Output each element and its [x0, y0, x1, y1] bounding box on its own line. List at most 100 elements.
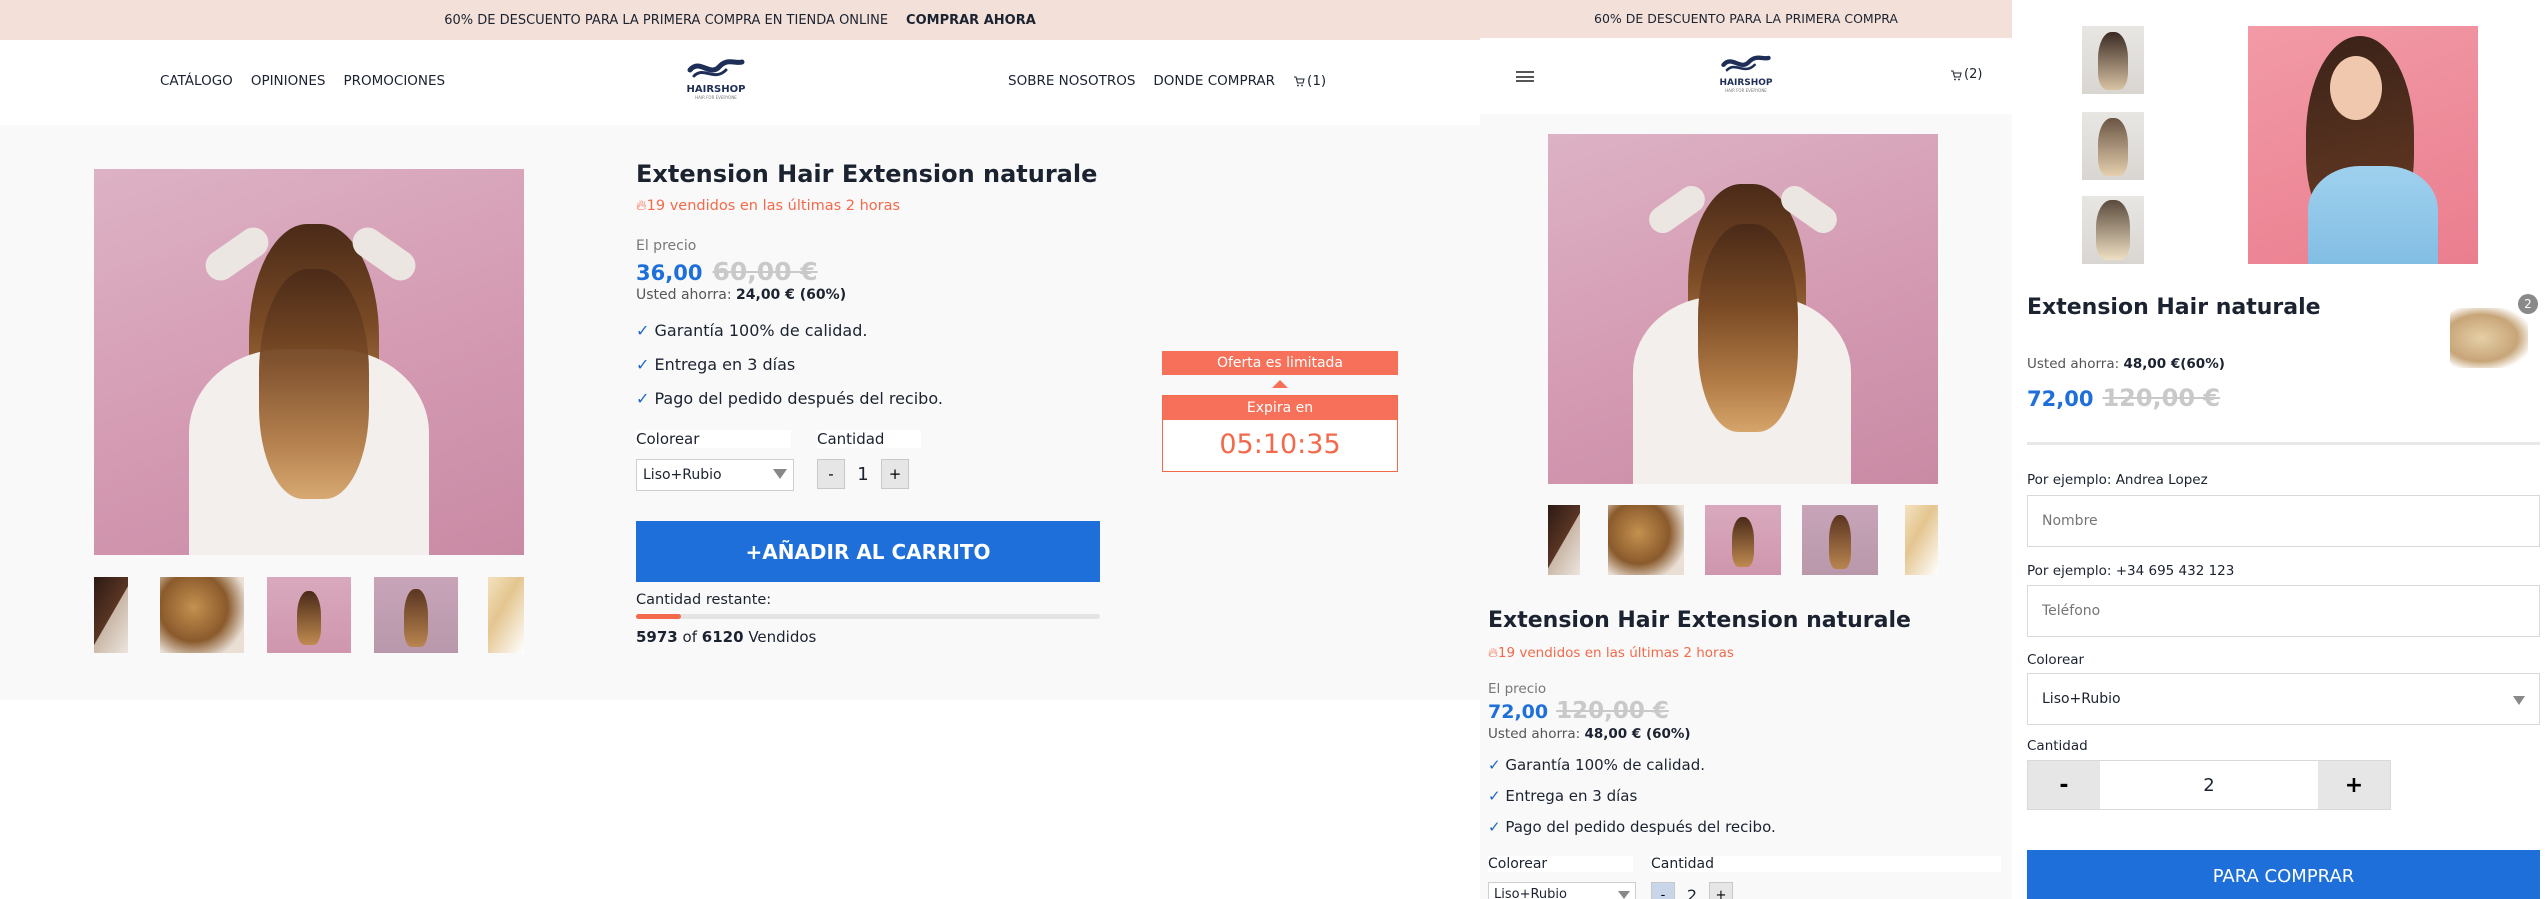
- price-label: El precio: [636, 238, 697, 254]
- cart-icon: [1951, 70, 1962, 80]
- phone-hint: Por ejemplo: +34 695 432 123: [2027, 563, 2235, 579]
- mobile-logo-tagline: HAIR FOR EVERYONE: [1725, 88, 1767, 93]
- cart-item-thumbnail[interactable]: [2450, 308, 2528, 368]
- mobile-feature-2: ✓ Entrega en 3 días: [1488, 787, 1638, 805]
- qty-stepper: - 1 +: [817, 459, 909, 489]
- mobile-thumbnail-3[interactable]: [1705, 505, 1781, 575]
- checkout-thumbnail-3[interactable]: [2082, 196, 2144, 264]
- mobile-product-image[interactable]: [1548, 134, 1938, 484]
- mobile-logo-name: HAIRSHOP: [1719, 78, 1773, 88]
- desktop-view: 60% DE DESCUENTO PARA LA PRIMERA COMPRA …: [0, 0, 1480, 700]
- chevron-down-icon: [2513, 696, 2525, 705]
- mobile-old-price: 120,00 €: [1556, 698, 1669, 724]
- mobile-thumbnail-4[interactable]: [1802, 505, 1878, 575]
- color-select-value: Liso+Rubio: [643, 467, 722, 483]
- remaining-bar-fill: [636, 614, 682, 619]
- nav-promotions[interactable]: PROMOCIONES: [343, 73, 445, 89]
- thumbnail-5[interactable]: [488, 577, 524, 653]
- phone-input[interactable]: [2027, 585, 2540, 637]
- mobile-qty-value[interactable]: 2: [1675, 886, 1709, 899]
- nav-about[interactable]: SOBRE NOSOTROS: [1008, 73, 1135, 89]
- thumbnail-3[interactable]: [267, 577, 351, 653]
- mobile-qty-plus-button[interactable]: +: [1709, 882, 1733, 899]
- qty-minus-button[interactable]: -: [817, 459, 845, 489]
- mobile-cart-button[interactable]: (2): [1950, 67, 1982, 82]
- cart-icon: [1294, 76, 1305, 87]
- nav-right: SOBRE NOSOTROS DONDE COMPRAR (1): [1008, 73, 1326, 89]
- fire-icon: 🔥︎: [636, 198, 647, 214]
- mobile-savings-value: 48,00 € (60%): [1584, 726, 1691, 742]
- checkout-savings-value: 48,00 €(60%): [2123, 356, 2225, 372]
- buy-button[interactable]: PARA COMPRAR: [2027, 850, 2540, 899]
- logo[interactable]: HAIRSHOP HAIR FOR EVERYONE: [680, 58, 752, 108]
- mobile-thumbnail-1[interactable]: [1548, 505, 1580, 575]
- thumbnail-4[interactable]: [374, 577, 458, 653]
- product-main-image[interactable]: [94, 169, 524, 555]
- expires-label: Expira en: [1163, 396, 1397, 420]
- logo-wave-icon: [1721, 55, 1771, 72]
- sold-of: of: [682, 628, 697, 646]
- check-icon: ✓: [1488, 818, 1501, 836]
- name-input[interactable]: [2027, 495, 2540, 547]
- mobile-price-label: El precio: [1488, 681, 1547, 697]
- checkout-qty-value[interactable]: 2: [2100, 775, 2318, 796]
- mobile-savings-label: Usted ahorra:: [1488, 726, 1581, 742]
- sold-counter: 5973 of 6120 Vendidos: [636, 628, 816, 646]
- check-icon: ✓: [636, 355, 650, 374]
- checkout-qty-plus-button[interactable]: +: [2318, 761, 2390, 809]
- checkout-price-row: 72,00 120,00 €: [2027, 384, 2220, 412]
- checkout-old-price: 120,00 €: [2102, 384, 2221, 412]
- countdown-timer: 05:10:35: [1219, 429, 1341, 460]
- qty-plus-button[interactable]: +: [881, 459, 909, 489]
- savings-row: Usted ahorra: 24,00 € (60%): [636, 287, 846, 303]
- checkout-thumbnail-1[interactable]: [2082, 26, 2144, 94]
- mobile-qty-minus-button[interactable]: -: [1651, 882, 1675, 899]
- color-select[interactable]: Liso+Rubio: [636, 459, 794, 491]
- fire-icon: 🔥︎: [1488, 645, 1498, 661]
- mobile-color-label: Colorear: [1488, 856, 1633, 872]
- mobile-current-price: 72,00: [1488, 701, 1549, 723]
- checkout-qty-minus-button[interactable]: -: [2028, 761, 2100, 809]
- checkout-model-image[interactable]: [2248, 26, 2478, 264]
- price-row: 36,00 60,00 €: [636, 257, 818, 286]
- cart-button[interactable]: (1): [1293, 73, 1326, 89]
- logo-tagline: HAIR FOR EVERYONE: [695, 95, 737, 100]
- add-to-cart-button[interactable]: +AÑADIR AL CARRITO: [636, 521, 1100, 582]
- checkout-color-label: Colorear: [2027, 652, 2085, 668]
- feature-2: ✓ Entrega en 3 días: [636, 355, 796, 374]
- buy-now-link[interactable]: COMPRAR AHORA: [906, 13, 1036, 28]
- nav-where-to-buy[interactable]: DONDE COMPRAR: [1153, 73, 1275, 89]
- sold-count: 5973: [636, 628, 678, 646]
- checkout-thumbnail-2[interactable]: [2082, 112, 2144, 180]
- thumbnail-2[interactable]: [160, 577, 244, 653]
- mobile-savings-row: Usted ahorra: 48,00 € (60%): [1488, 726, 1691, 742]
- checkout-title: Extension Hair naturale: [2027, 295, 2321, 320]
- checkout-color-select[interactable]: Liso+Rubio: [2027, 673, 2540, 725]
- logo-name: HAIRSHOP: [686, 84, 746, 95]
- qty-value[interactable]: 1: [845, 464, 881, 485]
- mobile-feature-3: ✓ Pago del pedido después del recibo.: [1488, 818, 1776, 836]
- chevron-down-icon: [773, 469, 787, 479]
- nav-reviews[interactable]: OPINIONES: [251, 73, 326, 89]
- mobile-feature-1: ✓ Garantía 100% de calidad.: [1488, 756, 1705, 774]
- announcement-text: 60% DE DESCUENTO PARA LA PRIMERA COMPRA …: [444, 12, 889, 28]
- nav-catalog[interactable]: CATÁLOGO: [160, 73, 233, 89]
- announcement-bar: 60% DE DESCUENTO PARA LA PRIMERA COMPRA …: [0, 0, 1480, 40]
- mobile-qty-stepper: - 2 +: [1651, 882, 1733, 899]
- check-icon: ✓: [636, 321, 650, 340]
- checkout-qty-stepper: - 2 +: [2027, 760, 2391, 810]
- check-icon: ✓: [636, 389, 650, 408]
- mobile-color-select[interactable]: Liso+Rubio: [1488, 882, 1636, 899]
- mobile-thumbnail-5[interactable]: [1905, 505, 1938, 575]
- mobile-price-row: 72,00 120,00 €: [1488, 698, 1669, 724]
- chevron-down-icon: [1618, 891, 1630, 899]
- checkout-current-price: 72,00: [2027, 387, 2094, 411]
- hamburger-menu-icon[interactable]: [1516, 71, 1534, 82]
- mobile-color-select-value: Liso+Rubio: [1494, 887, 1567, 899]
- mobile-header: HAIRSHOP HAIR FOR EVERYONE (2): [1480, 38, 2012, 114]
- savings-label: Usted ahorra:: [636, 287, 732, 303]
- mobile-thumbnail-2[interactable]: [1608, 505, 1684, 575]
- thumbnail-1[interactable]: [94, 577, 128, 653]
- feature-1: ✓ Garantía 100% de calidad.: [636, 321, 868, 340]
- mobile-logo[interactable]: HAIRSHOP HAIR FOR EVERYONE: [1716, 54, 1776, 98]
